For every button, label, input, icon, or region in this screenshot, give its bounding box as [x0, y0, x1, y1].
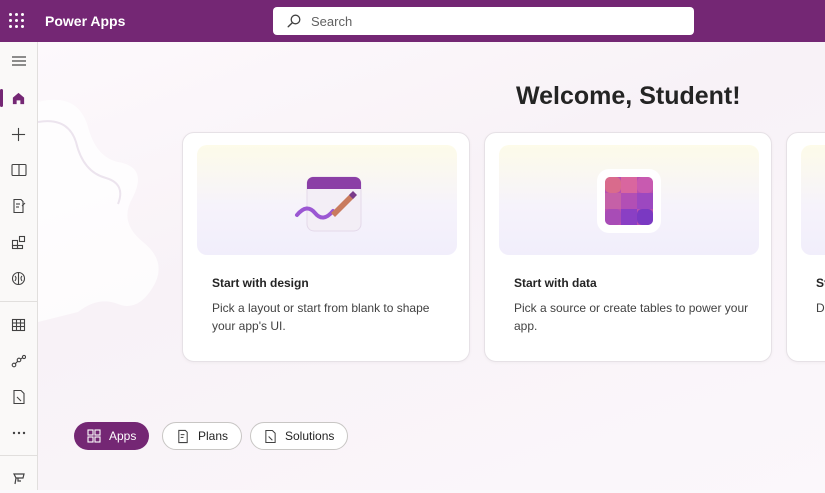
- pill-label: Plans: [198, 429, 229, 443]
- apps-grid-icon: [87, 429, 101, 443]
- apps-filter-pill[interactable]: Apps: [74, 422, 150, 450]
- edit-document-icon: [13, 198, 26, 214]
- flows-icon: [11, 354, 26, 368]
- card-hero: [197, 145, 457, 255]
- search-input[interactable]: [311, 12, 671, 30]
- nav-create[interactable]: [0, 119, 37, 149]
- solutions-filter-pill[interactable]: Solutions: [250, 422, 349, 450]
- start-with-data-card[interactable]: Start with data Pick a source or create …: [484, 132, 772, 362]
- welcome-heading: Welcome, Student!: [516, 82, 741, 110]
- solutions-icon: [12, 389, 25, 405]
- left-nav-rail: [0, 42, 38, 490]
- design-canvas-icon: [295, 176, 362, 232]
- learn-book-icon: [10, 163, 27, 177]
- hamburger-icon[interactable]: [0, 46, 37, 76]
- card-description: Pick a source or create tables to power …: [514, 301, 749, 333]
- nav-tables[interactable]: [0, 310, 37, 340]
- nav-more[interactable]: [0, 418, 37, 448]
- card-description: Pick a layout or start from blank to sha…: [212, 301, 430, 333]
- nav-flows[interactable]: [0, 346, 37, 376]
- app-title[interactable]: Power Apps: [45, 13, 125, 29]
- pill-label: Solutions: [285, 429, 335, 443]
- power-platform-icon: [12, 472, 25, 484]
- table-icon: [11, 318, 26, 332]
- plans-filter-pill[interactable]: Plans: [162, 422, 243, 450]
- pill-label: Apps: [109, 429, 137, 443]
- search-icon: [287, 14, 301, 28]
- card-title: Start with data: [514, 276, 597, 290]
- nav-home[interactable]: [0, 83, 37, 113]
- solutions-icon: [265, 429, 276, 443]
- nav-learn[interactable]: [0, 155, 37, 185]
- edit-document-icon: [178, 429, 188, 443]
- nav-ai-hub[interactable]: [0, 263, 37, 293]
- more-icon: [12, 431, 25, 435]
- apps-grid-icon: [11, 235, 26, 249]
- start-with-design-card[interactable]: Start with design Pick a layout or start…: [182, 132, 470, 362]
- app-launcher-icon[interactable]: [8, 12, 26, 30]
- plus-icon: [11, 127, 26, 141]
- search-box[interactable]: [273, 7, 694, 35]
- card-description: D ge: [816, 301, 825, 315]
- nav-apps[interactable]: [0, 227, 37, 257]
- nav-plans[interactable]: [0, 191, 37, 221]
- card-hero: [801, 145, 825, 255]
- top-bar: Power Apps: [0, 0, 825, 42]
- nav-power-platform[interactable]: [0, 463, 37, 493]
- card-hero: [499, 145, 759, 255]
- main-content: Welcome, Student! Start with design Pick…: [38, 42, 825, 490]
- data-table-icon: [597, 169, 661, 233]
- home-icon: [12, 92, 25, 104]
- brain-icon: [11, 271, 26, 285]
- card-title: St: [816, 276, 825, 290]
- third-start-card[interactable]: St D ge: [786, 132, 825, 362]
- nav-solutions[interactable]: [0, 382, 37, 412]
- card-title: Start with design: [212, 276, 309, 290]
